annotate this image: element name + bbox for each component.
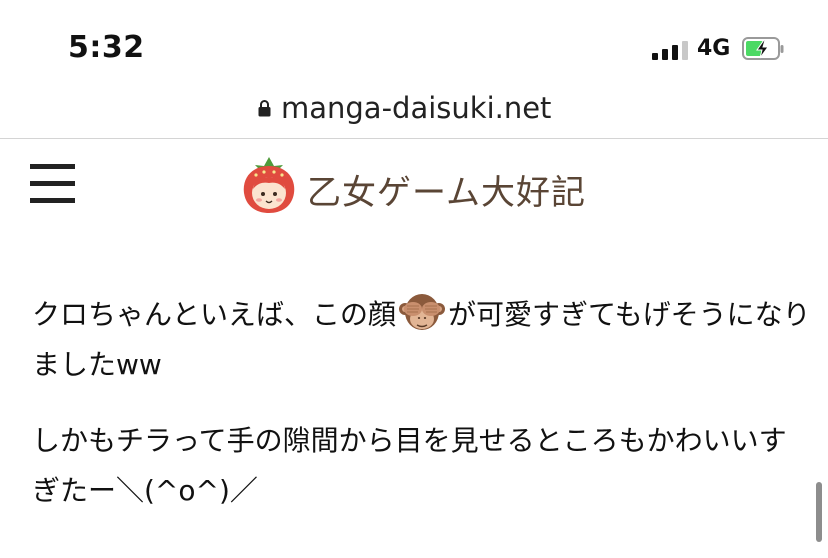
cellular-signal-icon bbox=[652, 40, 690, 60]
see-no-evil-monkey-icon bbox=[399, 294, 446, 330]
status-time: 5:32 bbox=[68, 30, 145, 65]
page-scrollbar[interactable] bbox=[816, 482, 822, 542]
site-header: 乙女ゲーム大好記 bbox=[0, 139, 828, 235]
article-body: クロちゃんといえば、この顔 が可愛すぎてもげそうになりましたww しかもチラって… bbox=[32, 290, 812, 542]
paragraph-text: クロちゃんといえば、この顔 bbox=[32, 298, 397, 331]
url-text[interactable]: manga-daisuki.net bbox=[281, 88, 551, 128]
strawberry-mascot-icon[interactable] bbox=[240, 153, 298, 215]
browser-address-bar[interactable]: manga-daisuki.net bbox=[0, 88, 828, 139]
lock-icon bbox=[258, 100, 271, 117]
hamburger-menu-icon[interactable] bbox=[30, 162, 75, 206]
network-type: 4G bbox=[697, 36, 731, 61]
status-bar: 5:32 4G bbox=[0, 0, 828, 88]
article-paragraph: クロちゃんといえば、この顔 が可愛すぎてもげそうになりましたww bbox=[32, 290, 812, 390]
site-title[interactable]: 乙女ゲーム大好記 bbox=[307, 165, 586, 214]
article-paragraph: しかもチラって手の隙間から目を見せるところもかわいいすぎたー＼(^o^)／ bbox=[32, 424, 787, 507]
battery-charging-icon bbox=[742, 37, 784, 60]
